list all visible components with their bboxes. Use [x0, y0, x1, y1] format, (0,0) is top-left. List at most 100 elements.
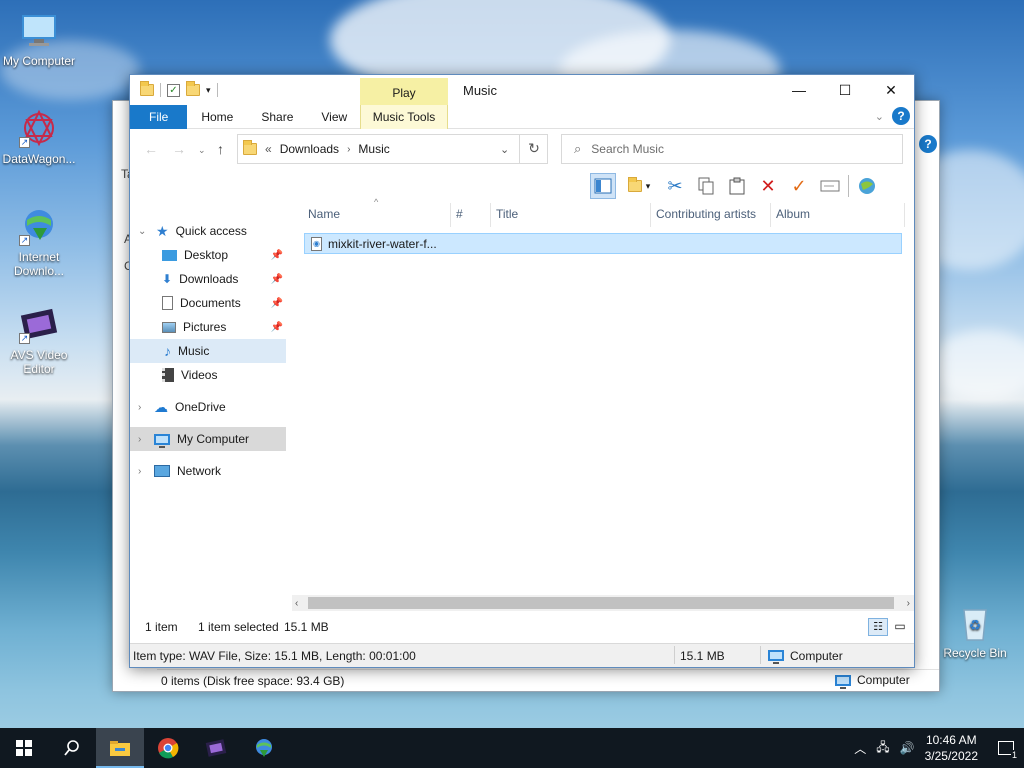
contextual-tab-play[interactable]: Play	[360, 78, 448, 106]
scrollbar-thumb[interactable]	[308, 597, 894, 609]
pin-icon[interactable]: 📌	[271, 322, 283, 333]
nav-label: Documents	[180, 296, 241, 310]
paste-button[interactable]	[724, 173, 750, 199]
back-window-location: Computer	[835, 673, 910, 689]
navigation-pane: ⌄ ★ Quick access Desktop 📌 ⬇ Downloads 📌…	[130, 203, 290, 611]
back-arrow-icon[interactable]: ←	[144, 141, 158, 157]
column-header-name[interactable]: Name	[304, 207, 340, 221]
cut-button[interactable]: ✂	[662, 173, 688, 199]
preview-pane-button[interactable]	[590, 173, 616, 199]
column-header-album[interactable]: Album	[772, 207, 810, 221]
clock[interactable]: 10:46 AM 3/25/2022	[925, 732, 978, 764]
column-header-number[interactable]: #	[452, 207, 463, 221]
expanded-chevron-icon[interactable]: ⌄	[138, 226, 146, 237]
desktop-icon-datawagon[interactable]: ↗ DataWagon...	[1, 108, 77, 166]
taskbar-avs-video-editor[interactable]	[192, 728, 240, 768]
new-folder-icon[interactable]	[186, 81, 200, 96]
collapsed-chevron-icon[interactable]: ›	[138, 466, 141, 477]
customize-toolbar-icon[interactable]: ▾	[206, 85, 211, 96]
scroll-right-icon[interactable]: ›	[907, 598, 910, 609]
nav-my-computer[interactable]: › My Computer	[130, 427, 286, 451]
desktop-icon-internet-download-manager[interactable]: ↗ Internet Downlo...	[1, 206, 77, 278]
search-icon	[64, 740, 79, 756]
breadcrumb-overflow[interactable]: «	[265, 142, 272, 156]
column-divider[interactable]	[904, 203, 905, 227]
desktop-icon-my-computer[interactable]: My Computer	[1, 10, 77, 68]
network-status-icon[interactable]: 🖧	[876, 738, 889, 759]
nav-item-videos[interactable]: Videos	[130, 363, 286, 387]
explorer-window-music[interactable]: ✓ ▾ Play Music — ☐ ✕ File Home Share Vie…	[129, 74, 915, 668]
desktop-icon-recycle-bin[interactable]: ♻ Recycle Bin	[937, 602, 1013, 660]
back-window-status-bar: 0 items (Disk free space: 93.4 GB) Compu…	[157, 669, 939, 691]
title-bar[interactable]: ✓ ▾ Play Music — ☐ ✕	[130, 75, 914, 106]
details-view-button[interactable]: ☷	[868, 618, 888, 636]
pin-icon[interactable]: 📌	[271, 250, 283, 261]
file-row[interactable]: ◉ mixkit-river-water-f...	[304, 233, 902, 254]
nav-label: Downloads	[179, 272, 239, 286]
volume-icon[interactable]: 🔊	[900, 741, 915, 755]
close-button[interactable]: ✕	[868, 75, 914, 105]
file-list[interactable]: ^ Name # Title Contributing artists Albu…	[292, 197, 914, 611]
file-explorer-icon	[110, 741, 130, 756]
delete-button[interactable]: ✕	[755, 173, 781, 199]
column-divider[interactable]	[490, 203, 491, 227]
tab-file[interactable]: File	[130, 104, 188, 129]
avs-icon	[205, 739, 227, 757]
search-box[interactable]: ⌕ Search Music	[561, 134, 903, 164]
computer-icon	[768, 650, 784, 664]
breadcrumb-downloads[interactable]: Downloads	[280, 142, 339, 156]
expand-ribbon-icon[interactable]: ⌄	[875, 110, 884, 123]
address-bar[interactable]: « Downloads › Music ⌄	[237, 134, 548, 164]
desktop-icon-avs-video-editor[interactable]: ↗ AVS Video Editor	[1, 304, 77, 376]
scroll-left-icon[interactable]: ‹	[295, 598, 298, 609]
nav-item-pictures[interactable]: Pictures 📌	[130, 315, 286, 339]
column-header-contributing-artists[interactable]: Contributing artists	[652, 207, 756, 221]
large-icons-view-button[interactable]: ▭	[891, 618, 909, 636]
taskbar-chrome[interactable]	[144, 728, 192, 768]
pin-icon[interactable]: 📌	[271, 274, 283, 285]
column-divider[interactable]	[650, 203, 651, 227]
help-icon[interactable]: ?	[919, 135, 937, 153]
tab-music-tools[interactable]: Music Tools	[360, 104, 448, 129]
properties-icon[interactable]: ✓	[167, 83, 180, 97]
taskbar-file-explorer[interactable]	[96, 728, 144, 768]
nav-network[interactable]: › Network	[130, 459, 286, 483]
address-history-dropdown-icon[interactable]: ⌄	[500, 143, 509, 156]
tab-share[interactable]: Share	[247, 105, 307, 129]
pin-icon[interactable]: 📌	[271, 298, 283, 309]
minimize-button[interactable]: —	[776, 75, 822, 105]
column-header-title[interactable]: Title	[492, 207, 518, 221]
up-arrow-icon[interactable]: ↑	[217, 141, 224, 157]
notification-center-button[interactable]: 1	[988, 728, 1024, 768]
nav-item-desktop[interactable]: Desktop 📌	[130, 243, 286, 267]
forward-arrow-icon[interactable]: →	[172, 141, 186, 157]
help-icon[interactable]: ?	[892, 107, 910, 125]
show-hidden-icons-icon[interactable]: ︿	[854, 740, 866, 757]
properties-button[interactable]: ✓	[786, 173, 812, 199]
collapsed-chevron-icon[interactable]: ›	[138, 402, 141, 413]
taskbar-internet-download-manager[interactable]	[240, 728, 288, 768]
column-divider[interactable]	[450, 203, 451, 227]
maximize-button[interactable]: ☐	[822, 75, 868, 105]
tab-view[interactable]: View	[307, 105, 361, 129]
refresh-button[interactable]: ↻	[519, 134, 548, 164]
globe-icon[interactable]	[854, 173, 880, 199]
back-window-status-text: 0 items (Disk free space: 93.4 GB)	[161, 673, 345, 688]
recent-locations-icon[interactable]: ⌄	[198, 145, 206, 156]
nav-onedrive[interactable]: › ☁ OneDrive	[130, 395, 286, 419]
tab-home[interactable]: Home	[187, 105, 247, 129]
collapsed-chevron-icon[interactable]: ›	[138, 434, 141, 445]
breadcrumb-music[interactable]: Music	[358, 142, 389, 156]
nav-quick-access[interactable]: ⌄ ★ Quick access	[130, 219, 286, 243]
horizontal-scrollbar[interactable]: ‹ ›	[292, 595, 914, 611]
new-folder-button[interactable]: ▾	[621, 173, 657, 199]
nav-item-documents[interactable]: Documents 📌	[130, 291, 286, 315]
separator	[848, 175, 849, 197]
start-button[interactable]	[0, 728, 48, 768]
search-button[interactable]	[48, 728, 96, 768]
column-divider[interactable]	[770, 203, 771, 227]
nav-item-music[interactable]: ♪ Music	[130, 339, 286, 363]
copy-button[interactable]	[693, 173, 719, 199]
nav-item-downloads[interactable]: ⬇ Downloads 📌	[130, 267, 286, 291]
rename-button[interactable]	[817, 173, 843, 199]
